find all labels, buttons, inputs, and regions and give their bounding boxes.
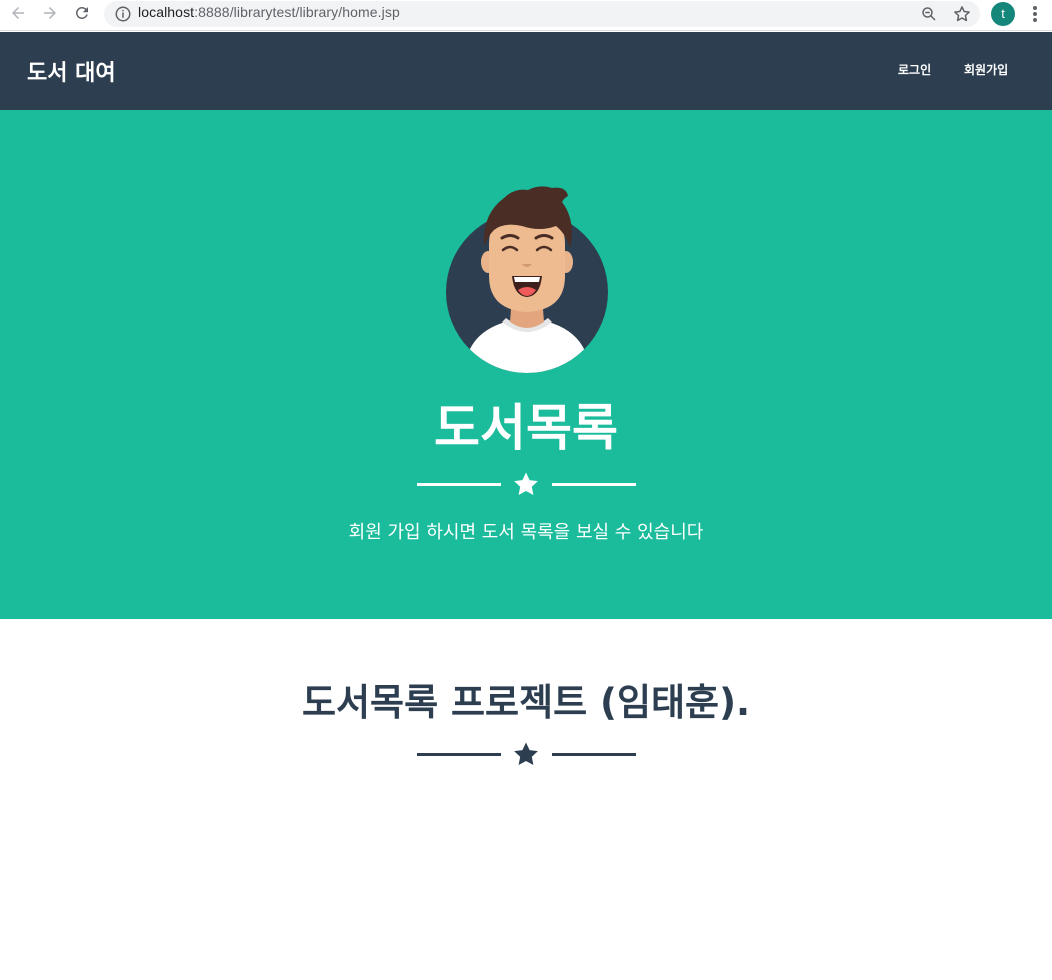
url-path: :8888/librarytest/library/home.jsp — [194, 4, 400, 20]
zoom-icon[interactable] — [920, 5, 938, 23]
masthead-title: 도서목록 — [434, 399, 618, 457]
site-navbar: 도서 대여 로그인 회원가입 — [0, 32, 1052, 110]
bookmark-star-icon[interactable] — [952, 4, 972, 24]
masthead-subtitle: 회원 가입 하시면 도서 목록을 보실 수 있습니다 — [348, 522, 704, 543]
section-title: 도서목록 프로젝트 (임태훈). — [301, 681, 751, 724]
reload-icon[interactable] — [70, 1, 94, 25]
masthead-divider — [417, 472, 636, 496]
info-icon[interactable] — [114, 5, 132, 23]
login-link[interactable]: 로그인 — [898, 61, 931, 78]
star-icon — [514, 742, 538, 765]
brand-link[interactable]: 도서 대여 — [27, 55, 116, 87]
address-bar[interactable]: localhost:8888/librarytest/library/home.… — [104, 1, 980, 27]
masthead: 도서목록 회원 가입 하시면 도서 목록을 보실 수 있습니다 — [0, 110, 1052, 619]
url-text: localhost:8888/librarytest/library/home.… — [138, 4, 400, 20]
avatar-illustration — [446, 186, 608, 373]
section-divider — [417, 742, 636, 766]
divider-line — [417, 483, 501, 486]
back-icon[interactable] — [6, 1, 30, 25]
star-icon — [514, 472, 538, 495]
divider-line — [552, 483, 636, 486]
url-host: localhost — [138, 4, 195, 20]
browser-toolbar: localhost:8888/librarytest/library/home.… — [0, 0, 1052, 31]
signup-link[interactable]: 회원가입 — [964, 61, 1008, 78]
menu-icon[interactable] — [1026, 4, 1044, 24]
divider-line — [552, 753, 636, 756]
profile-avatar[interactable]: t — [991, 2, 1015, 26]
divider-line — [417, 753, 501, 756]
forward-icon[interactable] — [38, 1, 62, 25]
